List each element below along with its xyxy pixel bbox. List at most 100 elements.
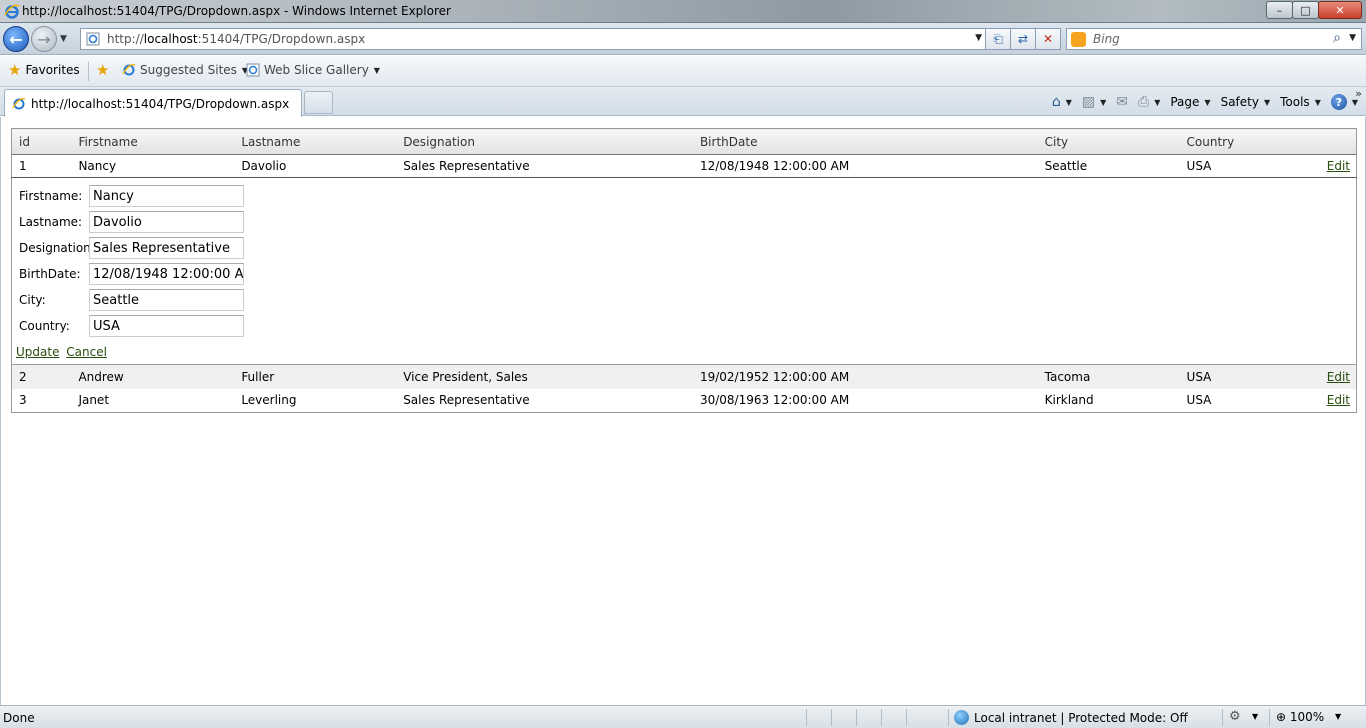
column-header-city[interactable]: City	[1037, 128, 1180, 155]
web-slice-icon	[246, 63, 260, 77]
add-favorite-icon: ★	[96, 61, 110, 79]
home-icon: ⌂	[1051, 94, 1061, 110]
page-menu-button[interactable]: Page ▼	[1170, 95, 1210, 109]
stop-button[interactable]: ✕	[1036, 28, 1061, 50]
search-icon[interactable]: ⌕	[1333, 30, 1341, 46]
chevron-down-icon[interactable]: ▼	[1252, 712, 1258, 721]
chevron-down-icon: ▼	[1204, 97, 1211, 107]
search-dropdown-icon[interactable]: ▼	[1349, 33, 1356, 43]
edit-link[interactable]: Edit	[1327, 393, 1350, 407]
zone-label: Local intranet | Protected Mode: Off	[974, 710, 1188, 725]
column-header-id[interactable]: id	[11, 128, 72, 155]
cell-birthdate: 30/08/1963 12:00:00 AM	[699, 393, 850, 408]
cell-country: USA	[1179, 364, 1320, 389]
city-field[interactable]	[89, 289, 244, 311]
zoom-level[interactable]: ⊕ 100%	[1276, 710, 1324, 724]
divider	[1222, 709, 1223, 726]
tab-row: http://localhost:51404/TPG/Dropdown.aspx…	[0, 87, 1366, 117]
country-field[interactable]	[89, 315, 244, 337]
cell-designation: Sales Representative	[396, 154, 693, 178]
recent-pages-dropdown-icon[interactable]: ▼	[60, 34, 67, 44]
birthdate-field[interactable]	[89, 263, 244, 285]
table-row: 3 Janet Leverling Sales Representative 3…	[12, 389, 1357, 413]
maximize-button[interactable]: □	[1292, 1, 1319, 19]
search-box[interactable]: Bing ⌕ ▼	[1066, 28, 1362, 50]
cell-country: USA	[1186, 393, 1212, 408]
divider	[948, 709, 949, 726]
cell-city: Kirkland	[1044, 393, 1094, 408]
bing-icon	[1071, 32, 1086, 47]
forward-button[interactable]: →	[31, 26, 57, 52]
cell-firstname: Janet	[78, 393, 110, 408]
lastname-field[interactable]	[89, 211, 244, 233]
table-row: 1 Nancy Davolio Sales Representative 12/…	[11, 154, 1357, 178]
read-mail-button[interactable]: ✉	[1116, 94, 1128, 110]
back-button[interactable]: ←	[3, 26, 29, 52]
edit-link[interactable]: Edit	[1327, 159, 1350, 173]
suggested-sites-button[interactable]: Suggested Sites ▼	[122, 63, 248, 77]
safety-menu-button[interactable]: Safety ▼	[1221, 95, 1271, 109]
country-label: Country:	[19, 319, 70, 333]
search-placeholder: Bing	[1093, 32, 1120, 46]
address-bar[interactable]: http://localhost:51404/TPG/Dropdown.aspx…	[80, 28, 986, 50]
divider	[856, 709, 857, 726]
refresh-button[interactable]: ⇄	[1011, 28, 1036, 50]
chevron-down-icon: ▼	[1100, 97, 1107, 107]
column-header-designation[interactable]: Designation	[396, 128, 693, 155]
edit-form-row: Firstname: Lastname: Designation: B	[11, 177, 1357, 365]
birthdate-label: BirthDate:	[19, 267, 81, 281]
help-menu-button[interactable]: ? ▼	[1330, 94, 1358, 110]
tools-menu-button[interactable]: Tools ▼	[1280, 95, 1321, 109]
security-zone[interactable]: Local intranet | Protected Mode: Off	[954, 710, 1188, 725]
column-header-firstname[interactable]: Firstname	[71, 128, 235, 155]
column-header-lastname[interactable]: Lastname	[234, 128, 397, 155]
more-commands-icon[interactable]: »	[1355, 87, 1362, 100]
form-row: Country:	[19, 315, 244, 337]
tab-dropdown-page[interactable]: http://localhost:51404/TPG/Dropdown.aspx	[4, 89, 302, 117]
mail-icon: ✉	[1116, 94, 1128, 110]
chevron-down-icon: ▼	[1154, 97, 1161, 107]
status-text: Done	[3, 711, 35, 725]
command-bar: ⌂ ▼ ▨ ▼ ✉ ⎙ ▼ Page ▼ Safety ▼ Tools ▼ ? ▼	[1042, 92, 1358, 112]
form-row: Firstname:	[19, 185, 244, 207]
firstname-field[interactable]	[89, 185, 244, 207]
window-title: http://localhost:51404/TPG/Dropdown.aspx…	[22, 4, 451, 18]
internet-explorer-icon	[122, 64, 136, 76]
cancel-link[interactable]: Cancel	[66, 345, 107, 359]
new-tab-button[interactable]	[304, 91, 333, 114]
arrow-right-icon: →	[37, 29, 51, 49]
close-window-button[interactable]: ✕	[1318, 1, 1362, 19]
feeds-button[interactable]: ▨ ▼	[1082, 94, 1106, 110]
home-button[interactable]: ⌂ ▼	[1052, 94, 1072, 110]
edit-link[interactable]: Edit	[1327, 370, 1350, 384]
stop-icon: ✕	[1042, 32, 1054, 46]
internet-explorer-icon	[4, 4, 20, 19]
chevron-down-icon[interactable]: ▼	[1335, 712, 1341, 721]
compatibility-icon: ⎗	[993, 31, 1003, 46]
address-dropdown-icon[interactable]: ▼	[975, 33, 982, 43]
form-row: City:	[19, 289, 244, 311]
minimize-button[interactable]: –	[1266, 1, 1293, 19]
cell-city: Seattle	[1037, 154, 1180, 178]
maximize-icon: □	[1300, 3, 1311, 17]
print-button[interactable]: ⎙ ▼	[1138, 94, 1160, 110]
window-title-bar: http://localhost:51404/TPG/Dropdown.aspx…	[0, 0, 1366, 23]
favorites-button[interactable]: ★ Favorites	[8, 63, 80, 78]
cell-firstname: Nancy	[71, 154, 235, 178]
column-header-birthdate[interactable]: BirthDate	[692, 128, 1038, 155]
cell-lastname: Davolio	[234, 154, 397, 178]
update-link[interactable]: Update	[16, 345, 59, 359]
add-to-favorites-bar-button[interactable]: ★	[96, 61, 113, 79]
compatibility-view-button[interactable]: ⎗	[986, 28, 1011, 50]
chevron-down-icon: ▼	[1314, 97, 1321, 107]
cell-city: Tacoma	[1037, 364, 1180, 389]
designation-field[interactable]	[89, 237, 244, 259]
chevron-down-icon: ▼	[1263, 97, 1271, 107]
column-header-country[interactable]: Country	[1179, 128, 1320, 155]
divider	[831, 709, 832, 726]
privacy-settings-icon[interactable]: ⚙	[1229, 709, 1241, 724]
address-url[interactable]: http://localhost:51404/TPG/Dropdown.aspx	[107, 32, 365, 46]
cell-id: 1	[11, 154, 72, 178]
web-slice-gallery-button[interactable]: Web Slice Gallery ▼	[246, 63, 380, 77]
grid-header-row: id Firstname Lastname Designation BirthD…	[11, 128, 1357, 155]
